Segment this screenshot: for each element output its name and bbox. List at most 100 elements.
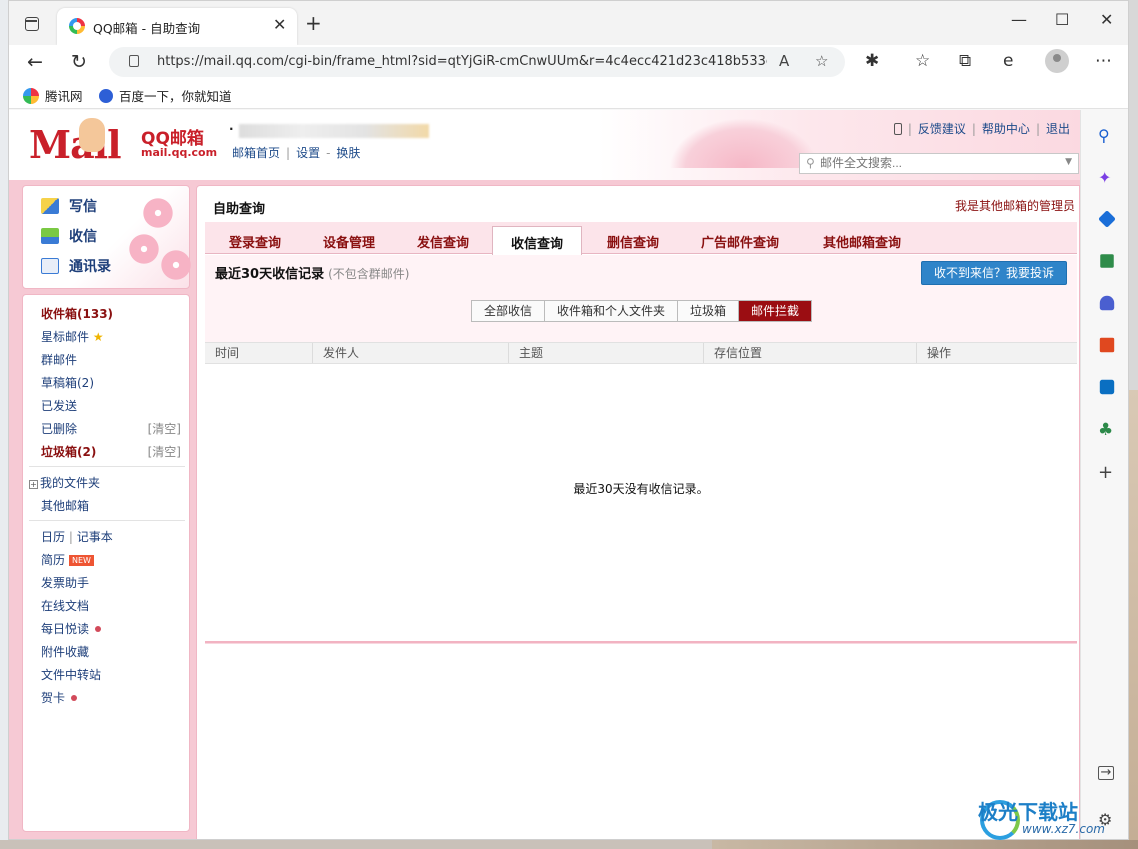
tab-other-mailbox-query[interactable]: 其他邮箱查询 bbox=[823, 232, 901, 251]
shopping-tag-icon[interactable] bbox=[1098, 210, 1116, 228]
sidebar-item-resume[interactable]: 简历 NEW bbox=[41, 551, 94, 568]
panel-title-text: 最近30天收信记录 bbox=[215, 267, 325, 282]
tab-login-query[interactable]: 登录查询 bbox=[229, 232, 281, 251]
compose-button[interactable]: 写信 bbox=[41, 196, 97, 216]
column-sender: 发件人 bbox=[313, 343, 509, 363]
unread-dot-icon bbox=[95, 626, 102, 632]
edge-icon[interactable]: e bbox=[1003, 51, 1013, 71]
tab-close-icon[interactable]: ✕ bbox=[273, 15, 286, 34]
greeting-card-label: 贺卡 bbox=[41, 691, 66, 705]
tab-receive-query[interactable]: 收信查询 bbox=[492, 226, 583, 255]
toolbar: ← ↻ https://mail.qq.com/cgi-bin/frame_ht… bbox=[9, 45, 1128, 79]
sidebar-item-deleted[interactable]: 已删除 bbox=[41, 420, 77, 437]
mail-search-box[interactable]: ⚲ ▼ bbox=[799, 153, 1079, 174]
table-header: 时间 发件人 主题 存信位置 操作 bbox=[205, 342, 1077, 364]
filter-blocked[interactable]: 邮件拦截 bbox=[739, 301, 812, 321]
sidebar-item-spam[interactable]: 垃圾箱(2) bbox=[41, 443, 96, 460]
tab-delete-query[interactable]: 删信查询 bbox=[607, 232, 659, 251]
filter-inbox-folders[interactable]: 收件箱和个人文件夹 bbox=[545, 301, 679, 321]
expand-icon[interactable]: + bbox=[29, 480, 38, 489]
tab-send-query[interactable]: 发信查询 bbox=[417, 232, 469, 251]
bookmark-tencent[interactable]: 腾讯网 bbox=[23, 86, 83, 105]
notebook-link[interactable]: 记事本 bbox=[77, 530, 113, 544]
sidebar-item-starred[interactable]: 星标邮件 ★ bbox=[41, 328, 104, 345]
browser-tab[interactable]: QQ邮箱 - 自助查询 ✕ bbox=[57, 8, 297, 45]
feedback-link[interactable]: 反馈建议 bbox=[918, 120, 966, 137]
sidebar-collapse-icon[interactable]: → bbox=[1098, 766, 1114, 780]
copilot-sparkle-icon[interactable]: ✦ bbox=[1098, 168, 1116, 187]
contacts-button[interactable]: 通讯录 bbox=[41, 256, 111, 276]
filter-spam[interactable]: 垃圾箱 bbox=[678, 301, 740, 321]
sidebar-item-greeting-card[interactable]: 贺卡 bbox=[41, 689, 78, 706]
favorite-add-icon[interactable]: ☆ bbox=[815, 52, 828, 70]
complain-button[interactable]: 收不到来信？我要投诉 bbox=[921, 261, 1067, 285]
tree-icon[interactable]: ♣ bbox=[1098, 420, 1116, 440]
search-icon[interactable]: ⚲ bbox=[1098, 126, 1116, 145]
logo-url: mail.qq.com bbox=[141, 146, 218, 159]
new-tab-icon[interactable]: + bbox=[305, 11, 322, 35]
sidebar-item-invoice[interactable]: 发票助手 bbox=[41, 574, 89, 591]
watermark-url: www.xz7.com bbox=[1022, 822, 1105, 836]
mail-search-input[interactable] bbox=[820, 156, 1060, 170]
minimize-icon[interactable]: — bbox=[1011, 10, 1027, 29]
filter-all[interactable]: 全部收信 bbox=[472, 301, 546, 321]
resume-label: 简历 bbox=[41, 553, 66, 567]
url-text[interactable]: https://mail.qq.com/cgi-bin/frame_html?s… bbox=[157, 54, 767, 69]
address-bar[interactable]: https://mail.qq.com/cgi-bin/frame_html?s… bbox=[109, 47, 845, 77]
logout-link[interactable]: 退出 bbox=[1046, 120, 1070, 137]
extensions-icon[interactable]: ✱ bbox=[865, 51, 879, 71]
tab-device-management[interactable]: 设备管理 bbox=[323, 232, 375, 251]
sidebar-item-sent[interactable]: 已发送 bbox=[41, 397, 77, 414]
maximize-icon[interactable]: ☐ bbox=[1055, 10, 1069, 29]
chevron-down-icon[interactable]: ▼ bbox=[1065, 157, 1072, 167]
mail-home-link[interactable]: 邮箱首页 bbox=[232, 146, 280, 160]
qq-mail-logo[interactable]: Mail bbox=[29, 122, 122, 167]
sidebar-item-file-transfer[interactable]: 文件中转站 bbox=[41, 666, 101, 683]
office-icon[interactable] bbox=[1099, 337, 1115, 353]
calendar-link[interactable]: 日历 bbox=[41, 530, 65, 544]
empty-message: 最近30天没有收信记录。 bbox=[573, 482, 709, 496]
clear-deleted-link[interactable]: [清空] bbox=[148, 420, 181, 437]
bookmark-label: 百度一下，你就知道 bbox=[119, 89, 232, 104]
sidebar-item-drafts[interactable]: 草稿箱(2) bbox=[41, 374, 94, 391]
toolbox-icon[interactable] bbox=[1100, 254, 1114, 268]
receive-icon bbox=[41, 228, 59, 244]
back-icon[interactable]: ← bbox=[27, 51, 43, 73]
sidebar-item-online-docs[interactable]: 在线文档 bbox=[41, 597, 89, 614]
search-icon: ⚲ bbox=[806, 156, 815, 170]
sidebar-item-other-mailbox[interactable]: 其他邮箱 bbox=[41, 497, 89, 514]
sidebar-item-inbox[interactable]: 收件箱(133) bbox=[41, 305, 113, 322]
add-icon[interactable]: + bbox=[1098, 462, 1116, 483]
admin-link[interactable]: 我是其他邮箱的管理员 bbox=[955, 197, 1075, 214]
outlook-icon[interactable] bbox=[1099, 379, 1115, 395]
refresh-icon[interactable]: ↻ bbox=[71, 51, 87, 73]
clear-spam-link[interactable]: [清空] bbox=[148, 443, 181, 460]
profile-avatar[interactable] bbox=[1045, 49, 1069, 73]
window-close-icon[interactable]: ✕ bbox=[1100, 10, 1113, 29]
bookmark-baidu[interactable]: 百度一下，你就知道 bbox=[99, 86, 232, 105]
skin-link[interactable]: 换肤 bbox=[336, 146, 360, 160]
sidebar-actions: 写信 收信 通讯录 bbox=[22, 185, 193, 289]
lock-icon[interactable] bbox=[129, 55, 139, 67]
more-menu-icon[interactable]: ⋯ bbox=[1095, 51, 1112, 71]
contacts-icon bbox=[41, 258, 59, 274]
read-aloud-icon[interactable]: A bbox=[779, 52, 789, 70]
receive-button[interactable]: 收信 bbox=[41, 226, 97, 246]
help-link[interactable]: 帮助中心 bbox=[982, 120, 1030, 137]
settings-link[interactable]: 设置 bbox=[296, 146, 320, 160]
collections-icon[interactable]: ⧉ bbox=[959, 51, 971, 71]
blossom-decoration bbox=[127, 232, 161, 266]
top-right-links: | 反馈建议 | 帮助中心 | 退出 bbox=[893, 120, 1070, 137]
watermark-name: 极光下载站 bbox=[978, 800, 1078, 824]
sidebar-item-daily-read[interactable]: 每日悦读 bbox=[41, 620, 102, 637]
mobile-icon[interactable] bbox=[893, 122, 902, 135]
favorites-icon[interactable]: ☆ bbox=[915, 51, 930, 71]
tab-actions-icon[interactable] bbox=[25, 17, 39, 31]
sidebar-item-my-folders[interactable]: + 我的文件夹 bbox=[29, 474, 100, 491]
games-icon[interactable] bbox=[1099, 295, 1115, 311]
sidebar-item-attachments[interactable]: 附件收藏 bbox=[41, 643, 89, 660]
tab-ad-mail-query[interactable]: 广告邮件查询 bbox=[701, 232, 779, 251]
blossom-decoration bbox=[141, 196, 175, 230]
sidebar-item-group[interactable]: 群邮件 bbox=[41, 351, 77, 368]
baidu-paw-icon bbox=[99, 88, 113, 103]
